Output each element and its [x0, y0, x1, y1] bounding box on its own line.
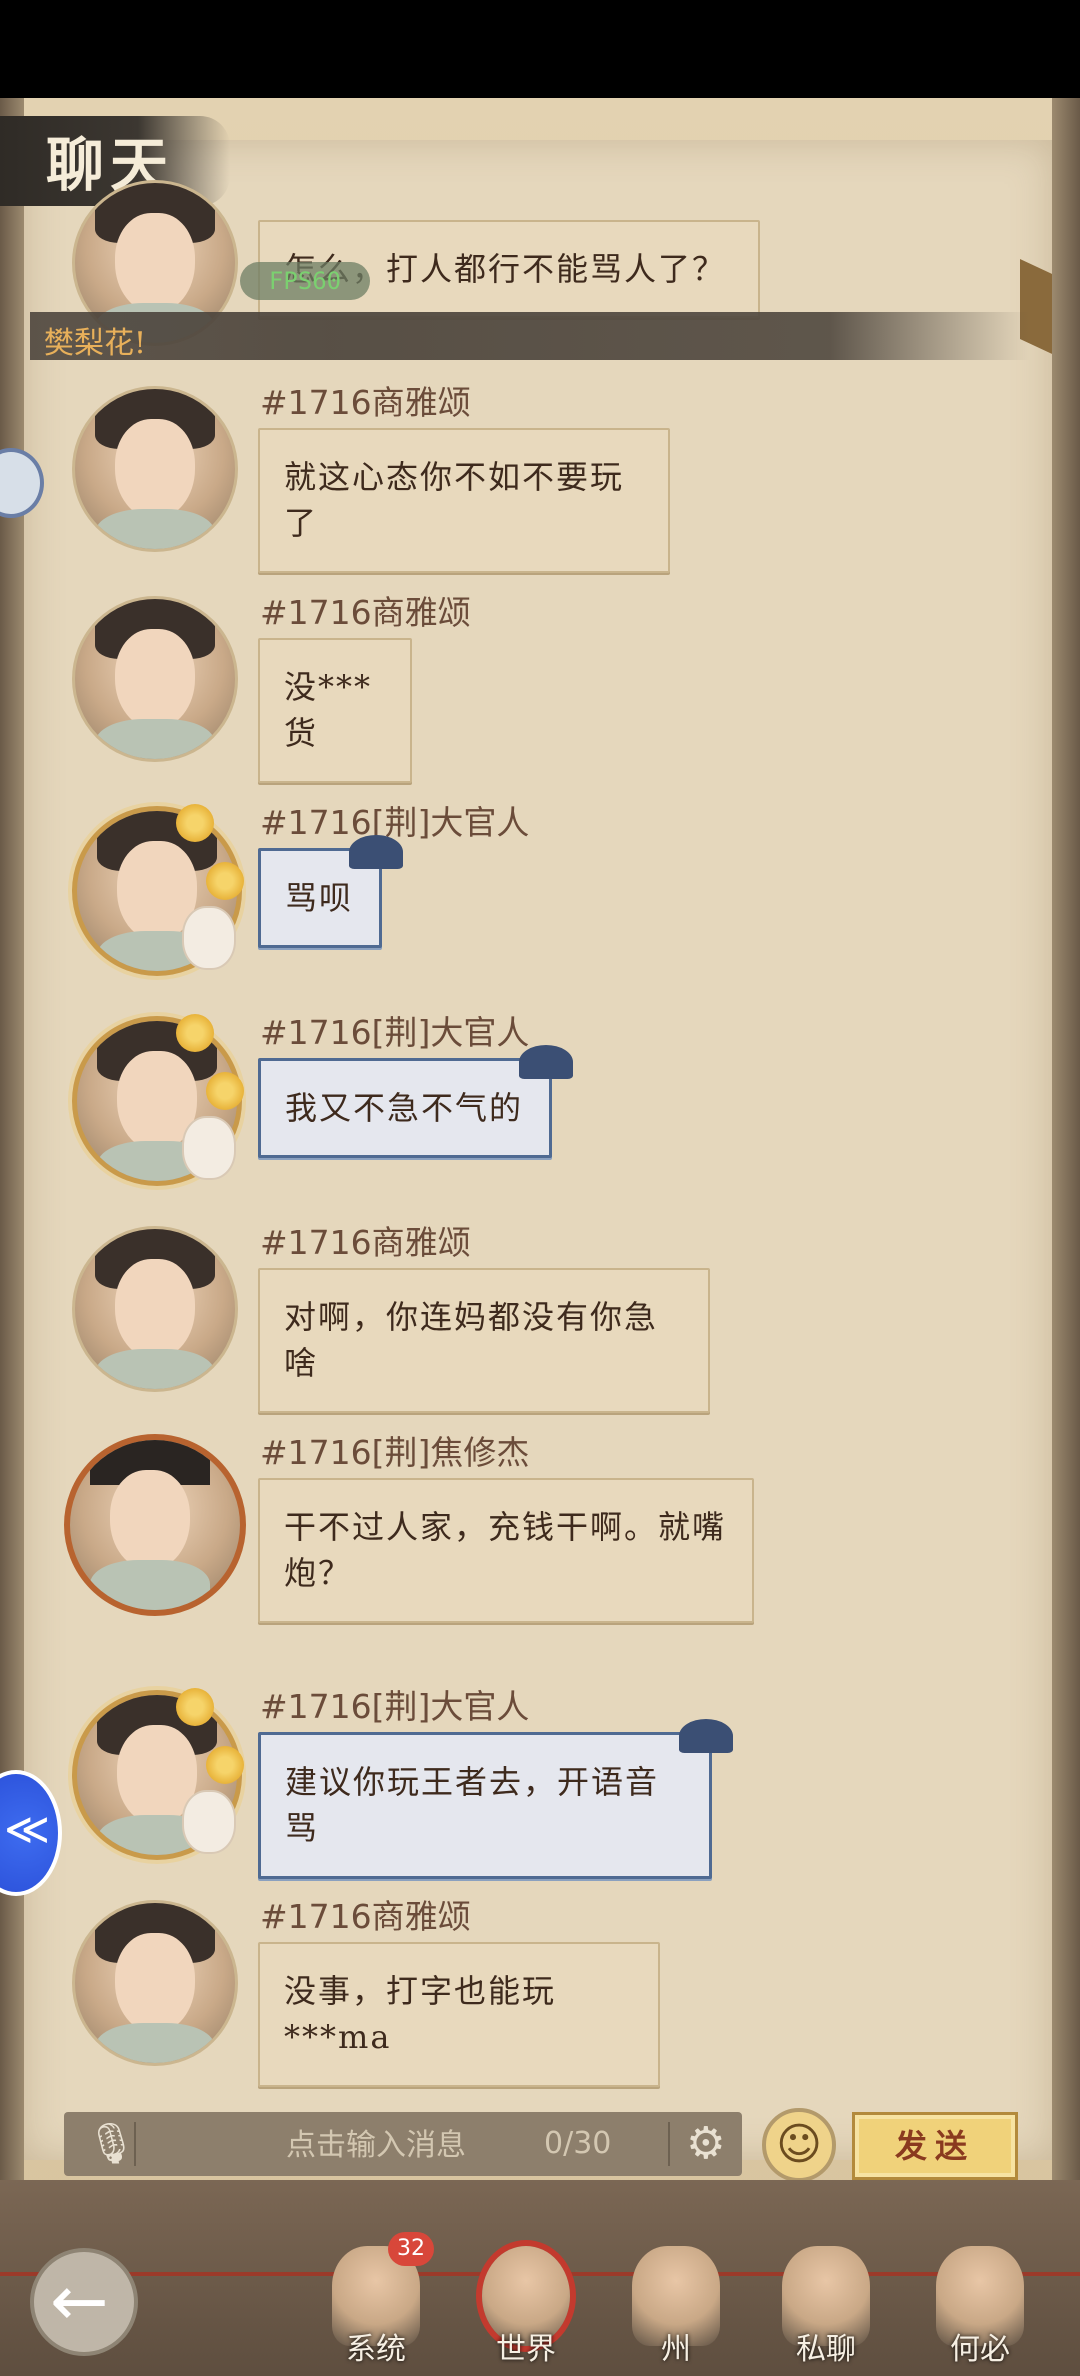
message-bubble[interactable]: 对啊，你连妈都没有你急啥	[258, 1268, 710, 1413]
announcement-banner	[30, 312, 1030, 360]
sender-name: #1716[荆]焦修杰	[260, 1433, 530, 1472]
sender-name: #1716商雅颂	[260, 1223, 471, 1262]
avatar[interactable]	[72, 386, 238, 552]
nav-item-contact[interactable]: 何必	[920, 2232, 1040, 2376]
avatar[interactable]	[72, 1900, 238, 2066]
nav-item-private[interactable]: 私聊	[766, 2232, 886, 2376]
message-text: 建议你玩王者去，开语音骂	[285, 1763, 660, 1848]
nav-label: 州	[661, 2332, 691, 2367]
nav-label: 私聊	[796, 2332, 856, 2367]
nav-item-system[interactable]: 32 系统	[316, 2232, 436, 2376]
flower-decoration	[206, 1072, 244, 1110]
message-text: 我又不急不气的	[285, 1089, 524, 1127]
send-button[interactable]: 发送	[852, 2112, 1018, 2180]
character-counter: 0/30	[544, 2126, 612, 2161]
sender-name: #1716商雅颂	[260, 593, 471, 632]
banner-text: 樊梨花!	[44, 326, 147, 361]
message-input[interactable]	[224, 2112, 528, 2178]
flower-decoration	[176, 1688, 214, 1726]
fps-counter: FPS60	[240, 262, 370, 300]
message-text: 没***货	[284, 668, 373, 753]
nav-item-world[interactable]: 世界	[466, 2232, 586, 2376]
message-bubble[interactable]: 骂呗	[258, 835, 403, 949]
unread-badge: 32	[388, 2232, 434, 2266]
sender-name: #1716[荆]大官人	[260, 803, 530, 842]
flower-decoration	[206, 1746, 244, 1784]
sender-name: #1716[荆]大官人	[260, 1687, 530, 1726]
flower-decoration	[176, 1014, 214, 1052]
message-text: 对啊，你连妈都没有你急啥	[284, 1298, 659, 1383]
bunny-decoration	[182, 906, 236, 970]
nav-item-state[interactable]: 州	[616, 2232, 736, 2376]
hat-decoration	[349, 835, 403, 869]
smiley-icon[interactable]: ☺	[762, 2108, 836, 2182]
message-bubble[interactable]: 干不过人家，充钱干啊。就嘴炮？	[258, 1478, 754, 1623]
message-bubble[interactable]: 就这心态你不如不要玩了	[258, 428, 670, 573]
microphone-icon[interactable]: 🎙	[86, 2122, 137, 2166]
message-input-bar: 🎙 0/30 ⚙	[64, 2112, 742, 2178]
avatar[interactable]	[72, 1226, 238, 1392]
message-text: 就这心态你不如不要玩了	[284, 458, 625, 543]
back-arrow-icon: ←	[50, 2260, 109, 2342]
nav-label: 世界	[496, 2332, 556, 2367]
sender-name: #1716商雅颂	[260, 1897, 471, 1936]
nav-label: 系统	[346, 2332, 406, 2367]
sender-name: #1716商雅颂	[260, 383, 471, 422]
message-bubble[interactable]: 我又不急不气的	[258, 1045, 573, 1159]
message-bubble[interactable]: 没***货	[258, 638, 412, 783]
divider	[668, 2122, 670, 2166]
flower-decoration	[206, 862, 244, 900]
message-text: 骂呗	[285, 879, 354, 917]
avatar[interactable]	[72, 596, 238, 762]
avatar-hat[interactable]	[64, 1434, 246, 1616]
nav-label: 何必	[950, 2332, 1010, 2367]
message-text: 没事，打字也能玩***ma	[284, 1972, 557, 2057]
divider	[134, 2122, 136, 2166]
bunny-decoration	[182, 1116, 236, 1180]
message-bubble[interactable]: 没事，打字也能玩***ma	[258, 1942, 660, 2087]
bunny-decoration	[182, 1790, 236, 1854]
sender-name: #1716[荆]大官人	[260, 1013, 530, 1052]
gear-icon[interactable]: ⚙	[686, 2120, 725, 2168]
back-button[interactable]: ←	[30, 2248, 138, 2356]
message-text: 干不过人家，充钱干啊。就嘴炮？	[284, 1508, 727, 1593]
flower-decoration	[176, 804, 214, 842]
hat-decoration	[519, 1045, 573, 1079]
hat-decoration	[679, 1719, 733, 1753]
message-bubble[interactable]: 建议你玩王者去，开语音骂	[258, 1719, 733, 1879]
